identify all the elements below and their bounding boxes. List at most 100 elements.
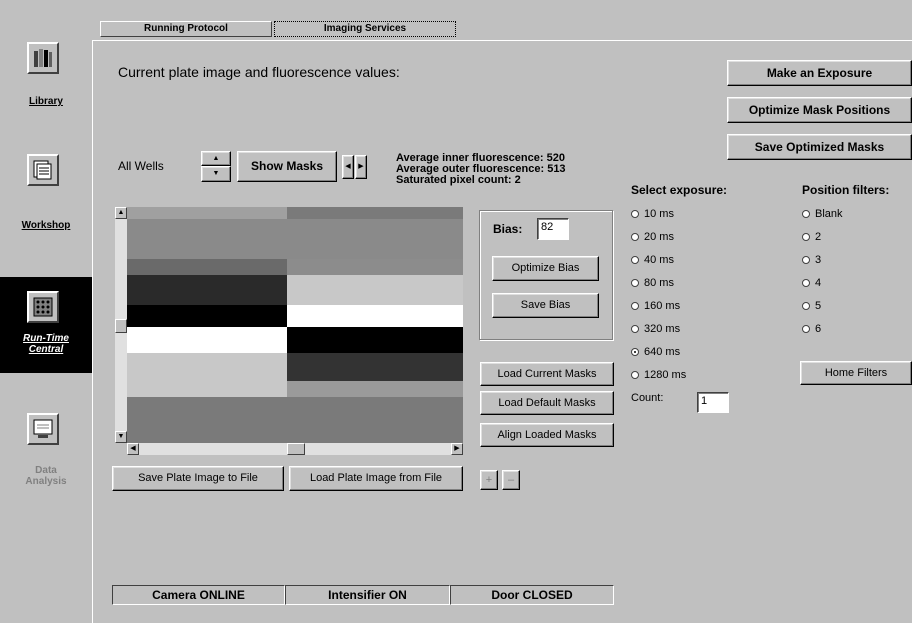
workshop-icon — [27, 154, 59, 186]
monitor-icon — [27, 413, 59, 445]
radio-indicator — [631, 371, 639, 379]
exposure-radio[interactable]: 1280 ms — [631, 369, 686, 381]
count-label: Count: — [631, 392, 664, 404]
radio-label: 80 ms — [644, 277, 674, 289]
radio-label: Blank — [815, 208, 843, 220]
door-status: Door CLOSED — [450, 585, 614, 605]
zoom-out-button[interactable]: – — [502, 470, 520, 490]
radio-indicator — [802, 302, 810, 310]
filters-label: Position filters: — [802, 183, 890, 197]
nav-library[interactable]: Library — [0, 22, 92, 114]
save-image-button[interactable]: Save Plate Image to File — [112, 466, 284, 491]
chevron-right-icon[interactable]: ▶ — [355, 155, 367, 179]
optimize-bias-button[interactable]: Optimize Bias — [492, 256, 599, 281]
zoom-in-button[interactable]: + — [480, 470, 498, 490]
image-band — [127, 305, 287, 327]
radio-indicator — [631, 279, 639, 287]
chevron-left-icon[interactable]: ◀ — [342, 155, 354, 179]
scroll-right-icon[interactable]: ▶ — [451, 443, 463, 455]
align-loaded-masks-button[interactable]: Align Loaded Masks — [480, 423, 614, 447]
nav-workshop[interactable]: Workshop — [0, 140, 92, 232]
scroll-thumb[interactable] — [115, 319, 127, 333]
nav-label: Library — [29, 96, 63, 107]
radio-indicator — [631, 302, 639, 310]
radio-label: 6 — [815, 323, 822, 335]
exposure-radio[interactable]: 10 ms — [631, 208, 674, 220]
scroll-down-icon[interactable]: ▼ — [115, 431, 127, 443]
image-band — [127, 353, 287, 397]
radio-label: 4 — [815, 277, 822, 289]
save-masks-button[interactable]: Save Optimized Masks — [727, 134, 912, 160]
radio-indicator — [631, 325, 639, 333]
radio-label: 2 — [815, 231, 822, 243]
load-current-masks-button[interactable]: Load Current Masks — [480, 362, 614, 386]
image-band — [127, 219, 463, 259]
radio-indicator — [631, 348, 639, 356]
filter-radio[interactable]: Blank — [802, 208, 843, 220]
filter-radio[interactable]: 3 — [802, 254, 821, 266]
well-spinner[interactable]: ▲ ▼ — [201, 151, 231, 182]
scroll-up-icon[interactable]: ▲ — [115, 207, 127, 219]
exposure-radio[interactable]: 160 ms — [631, 300, 680, 312]
image-band — [287, 207, 463, 219]
chevron-down-icon[interactable]: ▼ — [201, 166, 231, 182]
radio-indicator — [802, 325, 810, 333]
image-band — [287, 305, 463, 327]
radio-label: 20 ms — [644, 231, 674, 243]
home-filters-button[interactable]: Home Filters — [800, 361, 912, 385]
left-nav: Library Workshop Run-Time Central Data A… — [0, 0, 92, 623]
exposure-radio[interactable]: 40 ms — [631, 254, 674, 266]
radio-label: 1280 ms — [644, 369, 687, 381]
radio-label: 5 — [815, 300, 822, 312]
image-band — [287, 327, 463, 353]
plate-icon — [27, 291, 59, 323]
page-title: Current plate image and fluorescence val… — [118, 64, 400, 80]
show-masks-button[interactable]: Show Masks — [237, 151, 337, 182]
exposure-radio[interactable]: 20 ms — [631, 231, 674, 243]
radio-indicator — [802, 210, 810, 218]
filter-radio[interactable]: 5 — [802, 300, 821, 312]
load-default-masks-button[interactable]: Load Default Masks — [480, 391, 614, 415]
image-band — [127, 275, 287, 305]
nav-label: Workshop — [21, 220, 71, 231]
tab-running-protocol[interactable]: Running Protocol — [100, 21, 272, 37]
camera-status: Camera ONLINE — [112, 585, 285, 605]
panel-border — [92, 40, 93, 623]
bias-input[interactable]: 82 — [537, 218, 569, 240]
load-image-button[interactable]: Load Plate Image from File — [289, 466, 463, 491]
image-band — [287, 275, 463, 305]
nav-label: Data Analysis — [25, 465, 67, 487]
filter-radio[interactable]: 6 — [802, 323, 821, 335]
radio-label: 320 ms — [644, 323, 681, 335]
make-exposure-button[interactable]: Make an Exposure — [727, 60, 912, 86]
radio-label: 3 — [815, 254, 822, 266]
filter-radio[interactable]: 4 — [802, 277, 821, 289]
chevron-up-icon[interactable]: ▲ — [201, 151, 231, 166]
scroll-thumb[interactable] — [287, 443, 305, 455]
save-bias-button[interactable]: Save Bias — [492, 293, 599, 318]
image-band — [287, 353, 463, 381]
vertical-scrollbar[interactable]: ▲ ▼ — [115, 207, 127, 443]
radio-label: 160 ms — [644, 300, 681, 312]
exposure-radio[interactable]: 320 ms — [631, 323, 680, 335]
nav-run-time-central[interactable]: Run-Time Central — [0, 277, 92, 373]
image-band — [287, 381, 463, 397]
image-band — [287, 259, 463, 275]
scroll-left-icon[interactable]: ◀ — [127, 443, 139, 455]
optimize-mask-button[interactable]: Optimize Mask Positions — [727, 97, 912, 123]
exposure-radio[interactable]: 80 ms — [631, 277, 674, 289]
exposure-radio[interactable]: 640 ms — [631, 346, 680, 358]
nav-label: Run-Time Central — [23, 333, 69, 355]
plate-image[interactable] — [127, 207, 463, 443]
count-input[interactable]: 1 — [697, 392, 729, 413]
radio-indicator — [631, 210, 639, 218]
saturated-text: Saturated pixel count: 2 — [396, 174, 521, 186]
radio-indicator — [802, 256, 810, 264]
panel-border — [92, 40, 912, 43]
filter-radio[interactable]: 2 — [802, 231, 821, 243]
horizontal-scrollbar[interactable]: ◀ ▶ — [127, 443, 463, 455]
radio-indicator — [802, 233, 810, 241]
nav-data-analysis[interactable]: Data Analysis — [0, 405, 92, 497]
tab-imaging-services[interactable]: Imaging Services — [274, 21, 456, 37]
radio-indicator — [631, 256, 639, 264]
